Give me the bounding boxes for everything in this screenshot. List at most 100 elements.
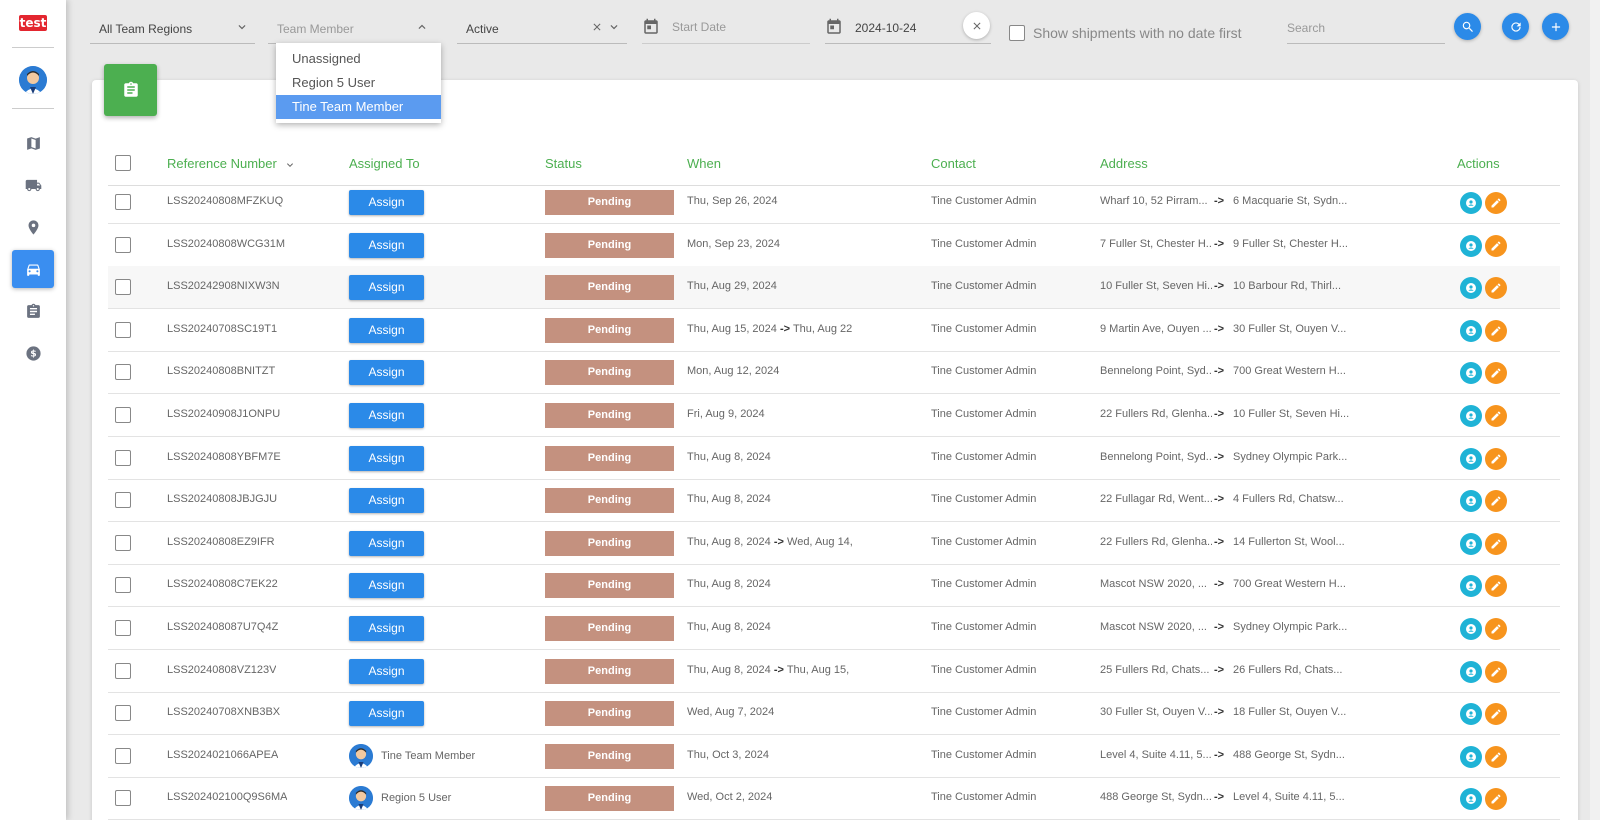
sidebar-item-shipments[interactable]	[12, 250, 54, 288]
view-contact-button[interactable]	[1460, 362, 1482, 385]
assign-button[interactable]: Assign	[349, 190, 424, 215]
edit-button[interactable]	[1485, 319, 1507, 342]
no-date-first-checkbox[interactable]	[1009, 25, 1025, 41]
reference-number[interactable]: LSS20242908NIXW3N	[167, 280, 280, 292]
row-checkbox[interactable]	[115, 407, 131, 423]
assign-button[interactable]: Assign	[349, 701, 424, 727]
refresh-button[interactable]	[1502, 13, 1529, 40]
table-row[interactable]: LSS20240808EZ9IFR Assign Pending Thu, Aug 8…	[108, 522, 1560, 565]
team-member-select[interactable]: Team Member	[268, 14, 440, 44]
search-button[interactable]	[1454, 13, 1481, 40]
assign-button[interactable]: Assign	[349, 232, 424, 258]
edit-button[interactable]	[1485, 447, 1507, 470]
no-date-first-toggle[interactable]: Show shipments with no date first	[1009, 25, 1242, 41]
header-reference[interactable]: Reference Number	[167, 156, 296, 171]
table-row[interactable]: LSS202402100Q9S6MA Region 5 User Pending We…	[108, 777, 1560, 820]
row-checkbox[interactable]	[115, 662, 131, 679]
view-contact-button[interactable]	[1460, 490, 1482, 513]
add-button[interactable]	[1542, 13, 1569, 40]
assign-button[interactable]: Assign	[349, 403, 424, 428]
reference-number[interactable]: LSS20240808VZ123V	[167, 664, 276, 676]
view-contact-button[interactable]	[1460, 319, 1482, 342]
table-row[interactable]: LSS20240808MFZKUQ Assign Pending Thu, Sep 2…	[108, 181, 1560, 224]
table-row[interactable]: LSS20240808VZ123V Assign Pending Thu, Aug 8…	[108, 650, 1560, 693]
edit-button[interactable]	[1485, 618, 1507, 640]
row-checkbox[interactable]	[115, 236, 131, 253]
row-checkbox[interactable]	[115, 492, 131, 509]
reference-number[interactable]: LSS20240808WCG31M	[167, 238, 285, 250]
reference-number[interactable]: LSS20240808EZ9IFR	[167, 536, 275, 548]
view-contact-button[interactable]	[1460, 234, 1482, 257]
dropdown-option-selected[interactable]: Tine Team Member	[276, 95, 441, 119]
assign-button[interactable]: Assign	[349, 317, 424, 343]
header-contact[interactable]: Contact	[931, 156, 976, 171]
reference-number[interactable]: LSS20240908J1ONPU	[167, 408, 280, 420]
user-avatar[interactable]	[19, 66, 47, 94]
reference-number[interactable]: LSS20240808JBJGJU	[167, 493, 277, 505]
header-assigned[interactable]: Assigned To	[349, 156, 420, 171]
reference-number[interactable]: LSS20240808C7EK22	[167, 578, 278, 590]
edit-button[interactable]	[1485, 362, 1507, 385]
status-select[interactable]: Active	[457, 14, 627, 44]
assign-button[interactable]: Assign	[349, 573, 424, 599]
dropdown-option[interactable]: Region 5 User	[276, 71, 441, 95]
edit-button[interactable]	[1485, 490, 1507, 513]
assign-button[interactable]: Assign	[349, 360, 424, 386]
table-row[interactable]: LSS202408087U7Q4Z Assign Pending Thu, Aug 8…	[108, 607, 1560, 650]
header-status[interactable]: Status	[545, 156, 582, 171]
table-row[interactable]: LSS20240808BNITZT Assign Pending Mon, Aug 1…	[108, 351, 1560, 395]
view-contact-button[interactable]	[1460, 277, 1482, 300]
region-select[interactable]: All Team Regions	[90, 14, 255, 44]
row-checkbox[interactable]	[115, 705, 131, 722]
view-contact-button[interactable]	[1460, 618, 1482, 640]
edit-button[interactable]	[1485, 234, 1507, 257]
row-checkbox[interactable]	[115, 449, 131, 466]
view-contact-button[interactable]	[1460, 745, 1482, 768]
row-checkbox[interactable]	[115, 321, 131, 338]
view-contact-button[interactable]	[1460, 405, 1482, 427]
row-checkbox[interactable]	[115, 194, 131, 210]
select-all-checkbox[interactable]	[115, 155, 131, 171]
edit-button[interactable]	[1485, 788, 1507, 811]
table-row[interactable]: LSS20240808JBJGJU Assign Pending Thu, Aug 8…	[108, 479, 1560, 523]
edit-button[interactable]	[1485, 703, 1507, 726]
row-checkbox[interactable]	[115, 620, 131, 636]
search-input[interactable]: Search	[1287, 14, 1445, 44]
assign-button[interactable]: Assign	[349, 616, 424, 641]
row-checkbox[interactable]	[115, 577, 131, 594]
edit-button[interactable]	[1485, 575, 1507, 598]
page-scrollbar[interactable]	[1590, 0, 1600, 820]
app-logo[interactable]: test	[19, 15, 47, 31]
table-row[interactable]: LSS20242908NIXW3N Assign Pending Thu, Aug 2…	[108, 266, 1560, 310]
clear-date-button[interactable]	[963, 12, 990, 39]
header-address[interactable]: Address	[1100, 156, 1148, 171]
reference-number[interactable]: LSS20240808MFZKUQ	[167, 195, 283, 207]
reference-number[interactable]: LSS20240708SC19T1	[167, 323, 277, 335]
row-checkbox[interactable]	[115, 279, 131, 296]
edit-button[interactable]	[1485, 745, 1507, 768]
assign-button[interactable]: Assign	[349, 488, 424, 514]
view-contact-button[interactable]	[1460, 703, 1482, 726]
row-checkbox[interactable]	[115, 790, 131, 807]
assign-button[interactable]: Assign	[349, 275, 424, 301]
table-row[interactable]: LSS20240808WCG31M Assign Pending Mon, Sep 2…	[108, 224, 1560, 267]
table-row[interactable]: LSS20240808C7EK22 Assign Pending Thu, Aug 8…	[108, 564, 1560, 608]
view-contact-button[interactable]	[1460, 192, 1482, 214]
sidebar-item-billing[interactable]: $	[12, 334, 54, 372]
row-checkbox[interactable]	[115, 364, 131, 381]
assign-button[interactable]: Assign	[349, 658, 424, 684]
edit-button[interactable]	[1485, 192, 1507, 214]
edit-button[interactable]	[1485, 532, 1507, 555]
view-contact-button[interactable]	[1460, 660, 1482, 683]
edit-button[interactable]	[1485, 660, 1507, 683]
sidebar-item-truck[interactable]	[12, 166, 54, 204]
row-checkbox[interactable]	[115, 747, 131, 764]
sidebar-item-map[interactable]	[12, 124, 54, 162]
sidebar-item-tasks[interactable]	[12, 292, 54, 330]
edit-button[interactable]	[1485, 405, 1507, 427]
header-when[interactable]: When	[687, 156, 721, 171]
view-contact-button[interactable]	[1460, 788, 1482, 811]
start-date-field[interactable]: Start Date	[642, 14, 810, 44]
view-contact-button[interactable]	[1460, 447, 1482, 470]
clear-status-icon[interactable]	[591, 21, 603, 36]
